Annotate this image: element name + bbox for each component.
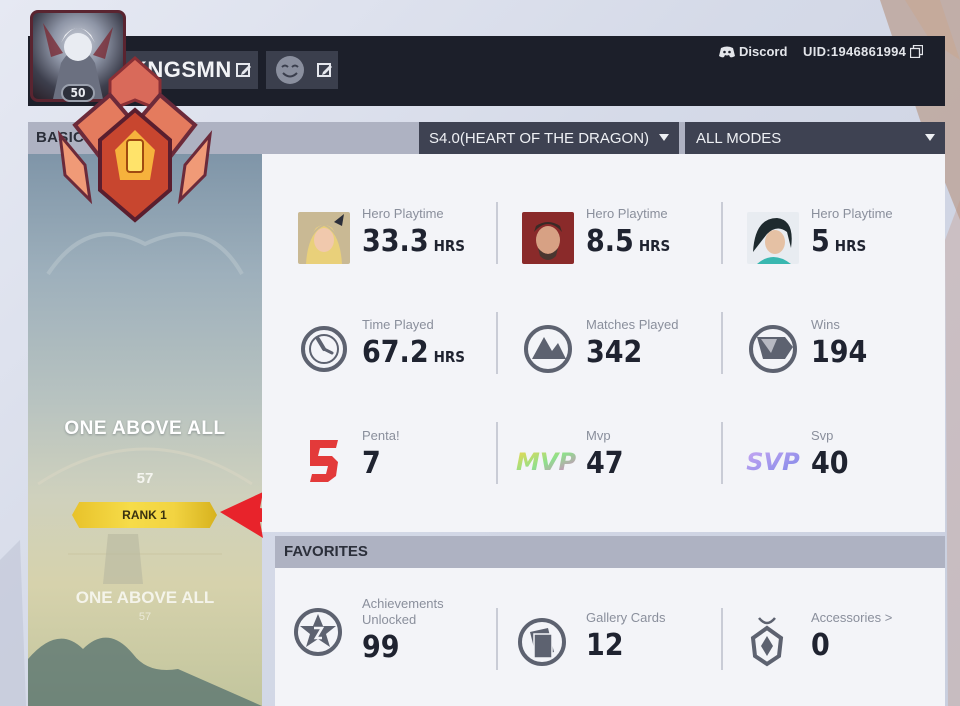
discord-label: Discord — [739, 44, 788, 59]
stat-value: 33.3 HRS — [362, 224, 465, 259]
stat-label: Wins — [811, 317, 840, 332]
stat-value: 7 — [362, 446, 381, 481]
svg-text:SVP: SVP — [746, 448, 800, 476]
previous-rank-name: ONE ABOVE ALL — [75, 588, 215, 607]
stat-label: Hero Playtime — [811, 206, 893, 221]
season-dropdown[interactable]: S4.0(HEART OF THE DRAGON) — [419, 122, 679, 154]
favorite-label: Gallery Cards — [586, 610, 666, 625]
achievement-icon — [294, 608, 342, 656]
favorite-value: 99 — [362, 630, 400, 665]
divider — [721, 312, 723, 374]
hero-portrait-icon — [747, 212, 799, 264]
stat-label: Time Played — [362, 317, 434, 332]
stat-value: 67.2 HRS — [362, 335, 465, 370]
divider — [721, 608, 723, 670]
svg-text:MVP: MVP — [516, 448, 576, 476]
stat-label: Hero Playtime — [586, 206, 668, 221]
stat-label: Mvp — [586, 428, 611, 443]
divider — [496, 422, 498, 484]
previous-rank-points: 57 — [138, 611, 152, 623]
stat-hero-playtime-1: Hero Playtime 33.3 HRS — [298, 204, 498, 274]
stat-wins: Wins 194 — [747, 315, 947, 385]
stat-time-played: Time Played 67.2 HRS — [298, 315, 498, 385]
penta-icon — [310, 440, 338, 482]
gallery-cards-icon — [518, 618, 566, 666]
stat-value: 40 — [811, 446, 849, 481]
divider — [496, 202, 498, 264]
mode-dropdown[interactable]: ALL MODES — [685, 122, 945, 154]
favorite-label: Achievements Unlocked — [362, 596, 444, 627]
stat-label: Svp — [811, 428, 834, 443]
player-uid: UID:1946861994 — [803, 44, 924, 59]
stat-label: Penta! — [362, 428, 400, 443]
divider — [721, 202, 723, 264]
rank-badge: RANK 1 — [72, 502, 217, 528]
hero-portrait-icon — [298, 212, 350, 264]
edit-emote-icon[interactable] — [317, 62, 333, 78]
stat-hero-playtime-2: Hero Playtime 8.5 HRS — [522, 204, 722, 274]
favorite-value: 0 — [811, 628, 830, 663]
matches-icon — [524, 325, 572, 373]
divider — [496, 608, 498, 670]
favorite-value: 12 — [586, 628, 624, 663]
flag-icon — [749, 325, 797, 373]
stat-matches-played: Matches Played 342 — [522, 315, 722, 385]
accessories-icon — [750, 617, 784, 667]
favorites-title: FAVORITES — [284, 543, 368, 560]
stat-value: 194 — [811, 335, 868, 370]
svp-icon: SVP — [746, 448, 800, 476]
stat-svp: SVP Svp 40 — [741, 426, 941, 496]
divider — [496, 312, 498, 374]
copy-icon[interactable] — [910, 45, 924, 58]
favorite-achievements[interactable]: Achievements Unlocked 99 — [292, 596, 492, 668]
stat-penta: Penta! 7 — [298, 426, 498, 496]
rank-emblem — [57, 56, 213, 223]
mode-dropdown-value: ALL MODES — [696, 129, 782, 147]
season-dropdown-value: S4.0(HEART OF THE DRAGON) — [429, 129, 650, 147]
stat-value: 5 HRS — [811, 224, 867, 259]
favorite-gallery-cards[interactable]: Gallery Cards 12 — [516, 608, 716, 678]
favorites-bar — [275, 536, 945, 568]
favorite-accessories[interactable]: Accessories > 0 — [741, 608, 941, 678]
uid-text: UID:1946861994 — [803, 44, 907, 59]
clock-icon — [301, 326, 347, 372]
hero-portrait-icon — [522, 212, 574, 264]
favorite-label: Accessories > — [811, 610, 893, 625]
mvp-icon: MVP — [516, 448, 576, 476]
chevron-down-icon — [659, 134, 669, 141]
stat-label: Hero Playtime — [362, 206, 444, 221]
stat-value: 8.5 HRS — [586, 224, 671, 259]
divider — [721, 422, 723, 484]
stat-mvp: MVP Mvp 47 — [514, 426, 714, 496]
discord-icon — [719, 46, 735, 57]
chevron-down-icon — [925, 134, 935, 141]
discord-link[interactable]: Discord — [719, 44, 787, 59]
rank-name: ONE ABOVE ALL — [64, 418, 226, 439]
stat-value: 342 — [586, 335, 643, 370]
stat-label: Matches Played — [586, 317, 679, 332]
emote-icon[interactable] — [273, 54, 307, 86]
stat-hero-playtime-3: Hero Playtime 5 HRS — [747, 204, 947, 274]
rank-points: 57 — [136, 470, 154, 487]
stat-value: 47 — [586, 446, 624, 481]
